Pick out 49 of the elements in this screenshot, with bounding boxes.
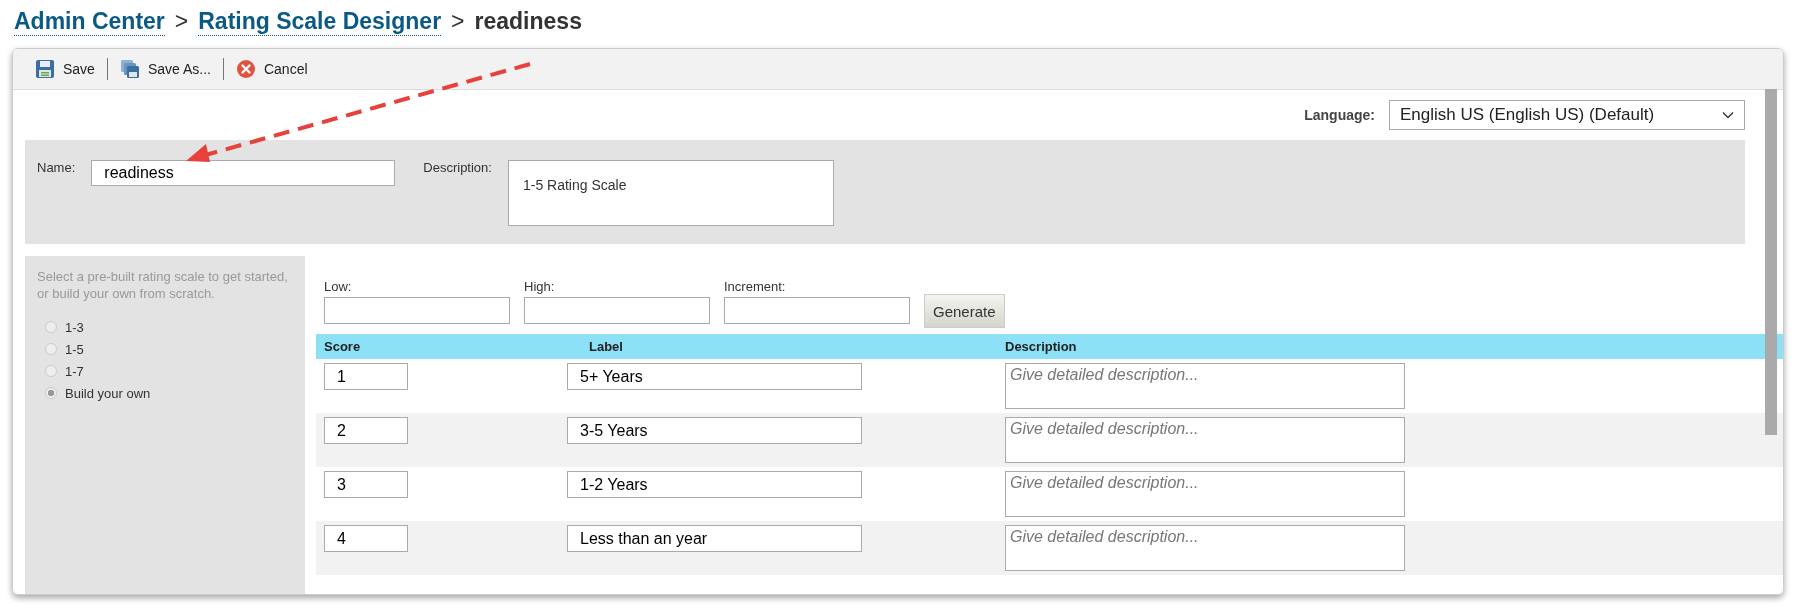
radio-button[interactable] — [45, 343, 57, 355]
label-field[interactable]: 5+ Years — [567, 363, 862, 390]
input-field[interactable] — [724, 297, 910, 324]
chevron-down-icon — [1722, 111, 1734, 119]
score-field[interactable]: 4 — [324, 525, 408, 552]
scale-option[interactable]: 1-5 — [37, 338, 293, 360]
score-field[interactable]: 1 — [324, 363, 408, 390]
toolbar-button[interactable]: Save As... — [111, 55, 219, 83]
cancel-icon — [235, 59, 256, 79]
score-field[interactable]: 2 — [324, 417, 408, 444]
breadcrumb-separator: > — [174, 8, 189, 35]
name-label: Name: — [37, 160, 76, 175]
radio-button[interactable] — [45, 321, 57, 333]
generate-button[interactable]: Generate — [924, 294, 1005, 328]
stacked-disks-icon — [119, 59, 140, 79]
description-field[interactable]: Give detailed description... — [1005, 417, 1405, 463]
name-field[interactable]: readiness — [91, 160, 396, 186]
score-field[interactable]: 3 — [324, 471, 408, 498]
input-field[interactable] — [524, 297, 710, 324]
breadcrumb-link[interactable]: Rating Scale Designer — [198, 8, 442, 36]
description-field[interactable]: Give detailed description... — [1005, 471, 1405, 517]
breadcrumb-current: readiness — [474, 8, 582, 35]
description-field[interactable]: Give detailed description... — [1005, 525, 1405, 571]
breadcrumb-link[interactable]: Admin Center — [14, 8, 165, 36]
column-header: Score — [323, 339, 362, 354]
breadcrumb-separator: > — [451, 8, 465, 35]
field-label: Increment: — [724, 279, 787, 294]
scale-option[interactable]: 1-3 — [37, 316, 293, 338]
toolbar-button[interactable]: Cancel — [227, 55, 316, 83]
description-field[interactable]: Give detailed description... — [1005, 363, 1405, 409]
language-label: Language: — [1304, 107, 1375, 123]
scale-option[interactable]: Build your own — [37, 382, 293, 404]
radio-button[interactable] — [45, 387, 57, 399]
label-field[interactable]: 3-5 Years — [567, 417, 862, 444]
sidebar-hint: Select a pre-built rating scale to get started, or build your own from scratch. — [37, 268, 289, 302]
field-label: Low: — [324, 279, 353, 294]
label-field[interactable]: 1-2 Years — [567, 471, 862, 498]
toolbar-button[interactable]: Save — [27, 55, 103, 83]
description-label: Description: — [423, 160, 492, 175]
field-label: High: — [524, 279, 556, 294]
scrollbar-thumb[interactable] — [1765, 89, 1777, 435]
input-field[interactable] — [324, 297, 510, 324]
column-header: Description — [1004, 339, 1078, 354]
column-header: Label — [588, 339, 624, 354]
label-field[interactable]: Less than an year — [567, 525, 862, 552]
description-field[interactable]: 1-5 Rating Scale — [507, 160, 834, 226]
language-dropdown[interactable]: English US (English US) (Default) — [1389, 100, 1745, 130]
radio-button[interactable] — [45, 365, 57, 377]
scale-option[interactable]: 1-7 — [37, 360, 293, 382]
